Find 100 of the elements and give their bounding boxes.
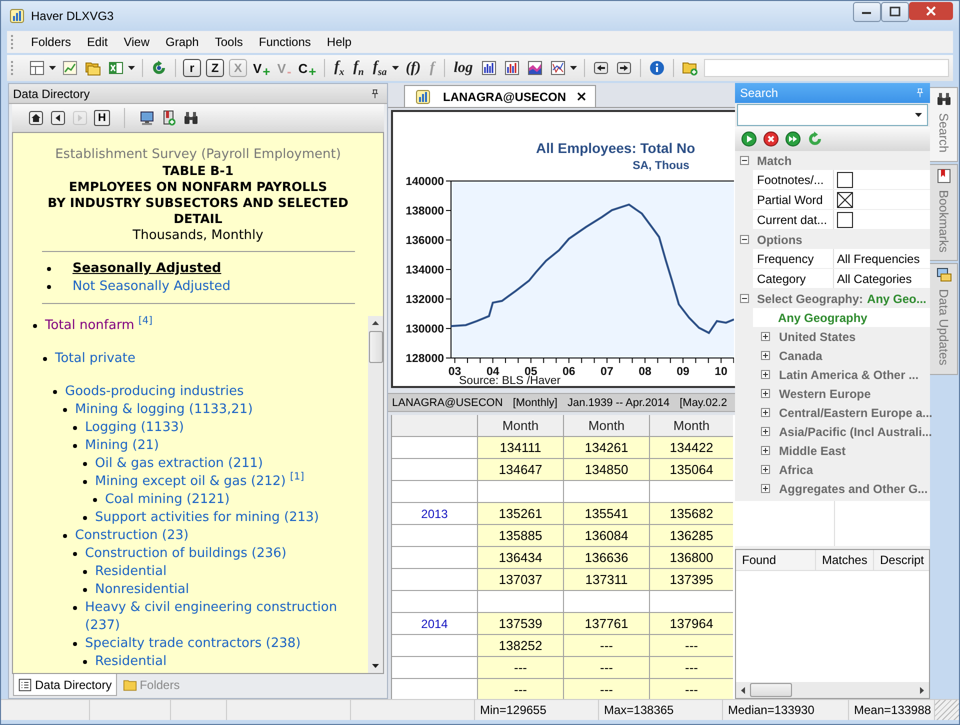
tree-item-link[interactable]: Heavy & civil engineering construction (237) (85, 599, 360, 635)
menu-item[interactable]: Tools (206, 35, 251, 49)
toolbar-button[interactable]: (f) (404, 60, 423, 76)
close-button[interactable] (909, 2, 953, 20)
expand-icon[interactable] (761, 465, 770, 474)
collapse-icon[interactable] (740, 235, 749, 244)
panel-tab[interactable]: Folders (118, 674, 184, 696)
toolbar-button[interactable]: f$_{sa}$ (370, 58, 389, 78)
collapse-icon[interactable] (740, 294, 749, 303)
caret-icon[interactable] (49, 66, 56, 70)
nav-button[interactable]: H (94, 110, 110, 126)
document-tab[interactable]: LANAGRA@USECON (404, 85, 596, 107)
menu-item[interactable]: Folders (23, 35, 80, 49)
scroll-up-icon[interactable] (372, 321, 379, 325)
checkbox[interactable] (837, 172, 853, 188)
list-item[interactable]: Any Geography (753, 308, 930, 327)
play-icon[interactable] (741, 131, 757, 147)
tree-item[interactable]: United States (779, 330, 856, 344)
checkbox[interactable] (837, 192, 853, 208)
expand-icon[interactable] (761, 408, 770, 417)
scroll-thumb[interactable] (368, 331, 382, 363)
tree-item[interactable]: Aggregates and Other G... (779, 482, 928, 496)
panel-tab[interactable]: Data Directory (13, 674, 117, 696)
tree-item-link[interactable]: Construction of buildings (236) (85, 545, 286, 563)
tree-item-link[interactable]: Nonresidential (95, 581, 190, 599)
resize-grip[interactable] (935, 700, 959, 720)
tree-item-link[interactable]: Specialty trade contractors (238) (85, 635, 301, 653)
expand-icon[interactable] (761, 370, 770, 379)
expand-icon[interactable] (761, 351, 770, 360)
tree-item[interactable]: Canada (779, 348, 822, 362)
line-chart-icon[interactable] (62, 60, 78, 76)
expand-icon[interactable] (761, 389, 770, 398)
monitor-icon[interactable] (139, 110, 155, 126)
menu-item[interactable]: Graph (158, 35, 207, 49)
menu-item[interactable]: Functions (250, 35, 319, 49)
tree-item[interactable]: Middle East (779, 444, 846, 458)
toolbar-button[interactable]: Z (206, 59, 224, 77)
toolbar-button[interactable]: r (183, 59, 201, 77)
side-tab[interactable]: Search (930, 87, 958, 162)
scroll-thumb[interactable] (750, 683, 792, 697)
scroll-left-icon[interactable] (741, 686, 745, 694)
maximize-button[interactable] (881, 2, 909, 22)
tree-item-link[interactable]: Residential (95, 653, 167, 671)
scroll-right-icon[interactable] (920, 686, 924, 694)
info-icon[interactable] (648, 60, 665, 76)
link[interactable]: Not Seasonally Adjusted (72, 278, 230, 296)
tree-item-link[interactable]: Total nonfarm $^{[4]}$ (45, 317, 153, 335)
tree-item-link[interactable]: Mining (21) (85, 437, 159, 455)
tree-item-link[interactable]: Total private (55, 350, 136, 368)
bar-chart-icon[interactable] (504, 60, 520, 76)
stop-icon[interactable] (763, 131, 779, 147)
spreadsheet-icon[interactable] (108, 60, 124, 76)
menu-item[interactable]: Edit (79, 35, 116, 49)
expand-icon[interactable] (761, 332, 770, 341)
toolbar-button[interactable]: log (452, 60, 475, 76)
tree-item-link[interactable]: Mining & logging (1133,21) (75, 401, 253, 419)
property-value[interactable]: All Categories (837, 272, 912, 286)
back-icon[interactable] (50, 110, 66, 126)
folder-add-icon[interactable] (682, 60, 698, 76)
toolbar-button[interactable]: f$_{x}$ (332, 58, 346, 78)
expand-icon[interactable] (761, 446, 770, 455)
checkbox[interactable] (837, 212, 853, 228)
side-tab[interactable]: Data Updates (930, 263, 958, 375)
tree-item[interactable]: Latin America & Other ... (779, 368, 919, 382)
link[interactable]: Seasonally Adjusted (72, 260, 222, 278)
tree-item[interactable]: Asia/Pacific (Incl Australi... (779, 424, 932, 438)
toolbar-button[interactable]: f$_{n}$ (351, 58, 366, 78)
pin-icon[interactable] (369, 88, 381, 100)
expand-icon[interactable] (761, 427, 770, 436)
home-icon[interactable] (28, 110, 44, 126)
column-header[interactable]: Found (736, 550, 816, 570)
scrollbar[interactable] (736, 682, 929, 698)
caret-icon[interactable] (392, 66, 399, 70)
tree-item-link[interactable]: Construction (23) (75, 527, 189, 545)
book-add-icon[interactable] (161, 110, 177, 126)
tree-item[interactable]: Africa (779, 462, 814, 476)
area-chart-icon[interactable] (526, 60, 543, 76)
tree-item-link[interactable]: Logging (1133) (85, 419, 184, 437)
tree-item[interactable]: Western Europe (779, 386, 871, 400)
toolbar-button[interactable]: V+ (252, 60, 272, 76)
side-tab[interactable]: Bookmarks (930, 164, 958, 262)
fast-forward-icon[interactable] (785, 131, 801, 147)
bar-chart-icon[interactable] (480, 60, 497, 76)
column-header[interactable]: Matches (816, 550, 874, 570)
folders-icon[interactable] (85, 60, 101, 76)
scrollbar[interactable] (368, 316, 383, 673)
line-chart-icon[interactable] (550, 60, 566, 76)
minimize-button[interactable] (853, 2, 881, 22)
tree-item-link[interactable]: Mining except oil & gas (212) $^{[1]}$ (95, 473, 304, 491)
property-value[interactable]: All Frequencies (837, 252, 920, 266)
scroll-down-icon[interactable] (372, 664, 379, 668)
caret-icon[interactable] (128, 66, 135, 70)
tree-item[interactable]: Central/Eastern Europe a... (779, 406, 932, 420)
tree-item-link[interactable]: Residential (95, 563, 167, 581)
input-field[interactable] (704, 59, 949, 77)
tree-item-link[interactable]: Coal mining (2121) (105, 491, 230, 509)
menu-item[interactable]: View (116, 35, 158, 49)
toolbar-button[interactable]: C+ (297, 60, 318, 76)
tree-item-link[interactable]: Oil & gas extraction (211) (95, 455, 263, 473)
caret-icon[interactable] (915, 113, 922, 117)
